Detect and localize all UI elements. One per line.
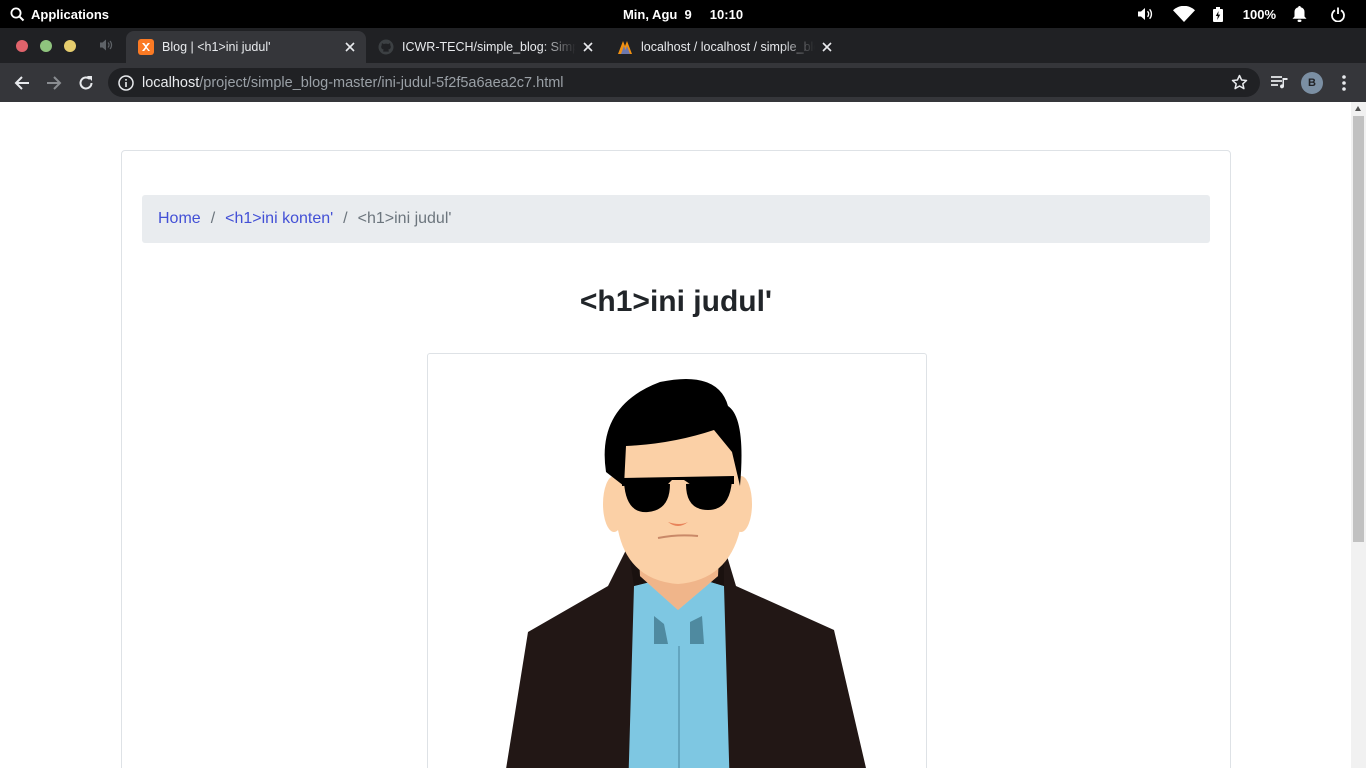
url-path: /project/simple_blog-master/ini-judul-5f… — [199, 74, 564, 91]
notification-bell-icon[interactable] — [1278, 0, 1320, 28]
applications-label: Applications — [31, 6, 110, 22]
tab-blog[interactable]: Blog | <h1>ini judul' — [126, 31, 366, 63]
phpmyadmin-icon — [618, 41, 632, 54]
breadcrumb-separator: / — [343, 210, 348, 227]
tab-phpmyadmin[interactable]: localhost / localhost / simple_blog — [605, 31, 843, 63]
window-maximize-button[interactable] — [40, 40, 52, 52]
power-icon[interactable] — [1320, 0, 1356, 28]
breadcrumb-current: <h1>ini judul' — [357, 210, 452, 227]
window-minimize-button[interactable] — [64, 40, 76, 52]
post-card: Home / <h1>ini konten' / <h1>ini judul' … — [121, 150, 1231, 768]
tab-title: localhost / localhost / simple_blog — [641, 40, 815, 54]
battery-percentage: 100% — [1242, 6, 1276, 22]
wifi-icon[interactable] — [1160, 0, 1208, 28]
tab-close-icon[interactable] — [819, 39, 835, 55]
volume-icon[interactable] — [1130, 0, 1160, 28]
back-button[interactable] — [9, 70, 35, 96]
reload-icon — [79, 76, 93, 90]
profile-avatar[interactable]: B — [1301, 72, 1323, 94]
page-scrollbar[interactable] — [1351, 102, 1366, 768]
system-top-bar: Applications Min, Agu 9 10:10 100% — [0, 0, 1366, 28]
breadcrumb-home-link[interactable]: Home — [158, 210, 201, 228]
arrow-left-icon — [14, 76, 29, 90]
address-bar[interactable]: localhost/project/simple_blog-master/ini… — [108, 68, 1260, 97]
page-viewport: Home / <h1>ini konten' / <h1>ini judul' … — [0, 102, 1366, 768]
tab-title: Blog | <h1>ini judul' — [162, 40, 271, 54]
info-icon[interactable] — [118, 74, 134, 91]
tab-audio-icon[interactable] — [99, 38, 113, 52]
tab-github[interactable]: ICWR-TECH/simple_blog: Simple — [366, 31, 604, 63]
scrollbar-thumb[interactable] — [1353, 116, 1364, 542]
playlist-icon — [1270, 76, 1287, 89]
tab-close-icon[interactable] — [580, 39, 596, 55]
url-host: localhost — [142, 74, 200, 91]
kebab-menu-icon — [1342, 75, 1346, 91]
post-image-frame — [427, 353, 927, 768]
reload-button[interactable] — [73, 70, 99, 96]
tab-close-icon[interactable] — [342, 39, 358, 55]
xampp-icon — [138, 39, 154, 55]
clock-date[interactable]: Min, Agu 9 — [623, 7, 692, 22]
breadcrumb-category-link[interactable]: <h1>ini konten' — [225, 210, 333, 228]
breadcrumb: Home / <h1>ini konten' / <h1>ini judul' — [142, 195, 1210, 243]
scroll-up-arrow-icon[interactable] — [1355, 106, 1361, 111]
browser-menu-button[interactable] — [1331, 70, 1357, 96]
browser-tab-strip: Blog | <h1>ini judul' ICWR-TECH/simple_b… — [0, 28, 1366, 83]
forward-button[interactable] — [41, 70, 67, 96]
breadcrumb-separator: / — [210, 210, 216, 227]
media-controls-button[interactable] — [1266, 70, 1292, 96]
post-image-illustration — [506, 379, 866, 768]
system-tray: 100% — [1130, 0, 1356, 28]
applications-menu[interactable]: Applications — [10, 0, 109, 28]
window-close-button[interactable] — [16, 40, 28, 52]
github-icon — [378, 39, 394, 55]
arrow-right-icon — [47, 76, 62, 90]
clock-time[interactable]: 10:10 — [710, 7, 743, 22]
search-icon — [10, 7, 25, 21]
battery-icon[interactable] — [1208, 0, 1228, 28]
tab-title: ICWR-TECH/simple_blog: Simple — [402, 40, 576, 54]
browser-toolbar: localhost/project/simple_blog-master/ini… — [0, 63, 1366, 102]
post-title: <h1>ini judul' — [579, 285, 773, 318]
bookmark-star-icon[interactable] — [1231, 74, 1248, 91]
url-text: localhost/project/simple_blog-master/ini… — [142, 75, 564, 91]
